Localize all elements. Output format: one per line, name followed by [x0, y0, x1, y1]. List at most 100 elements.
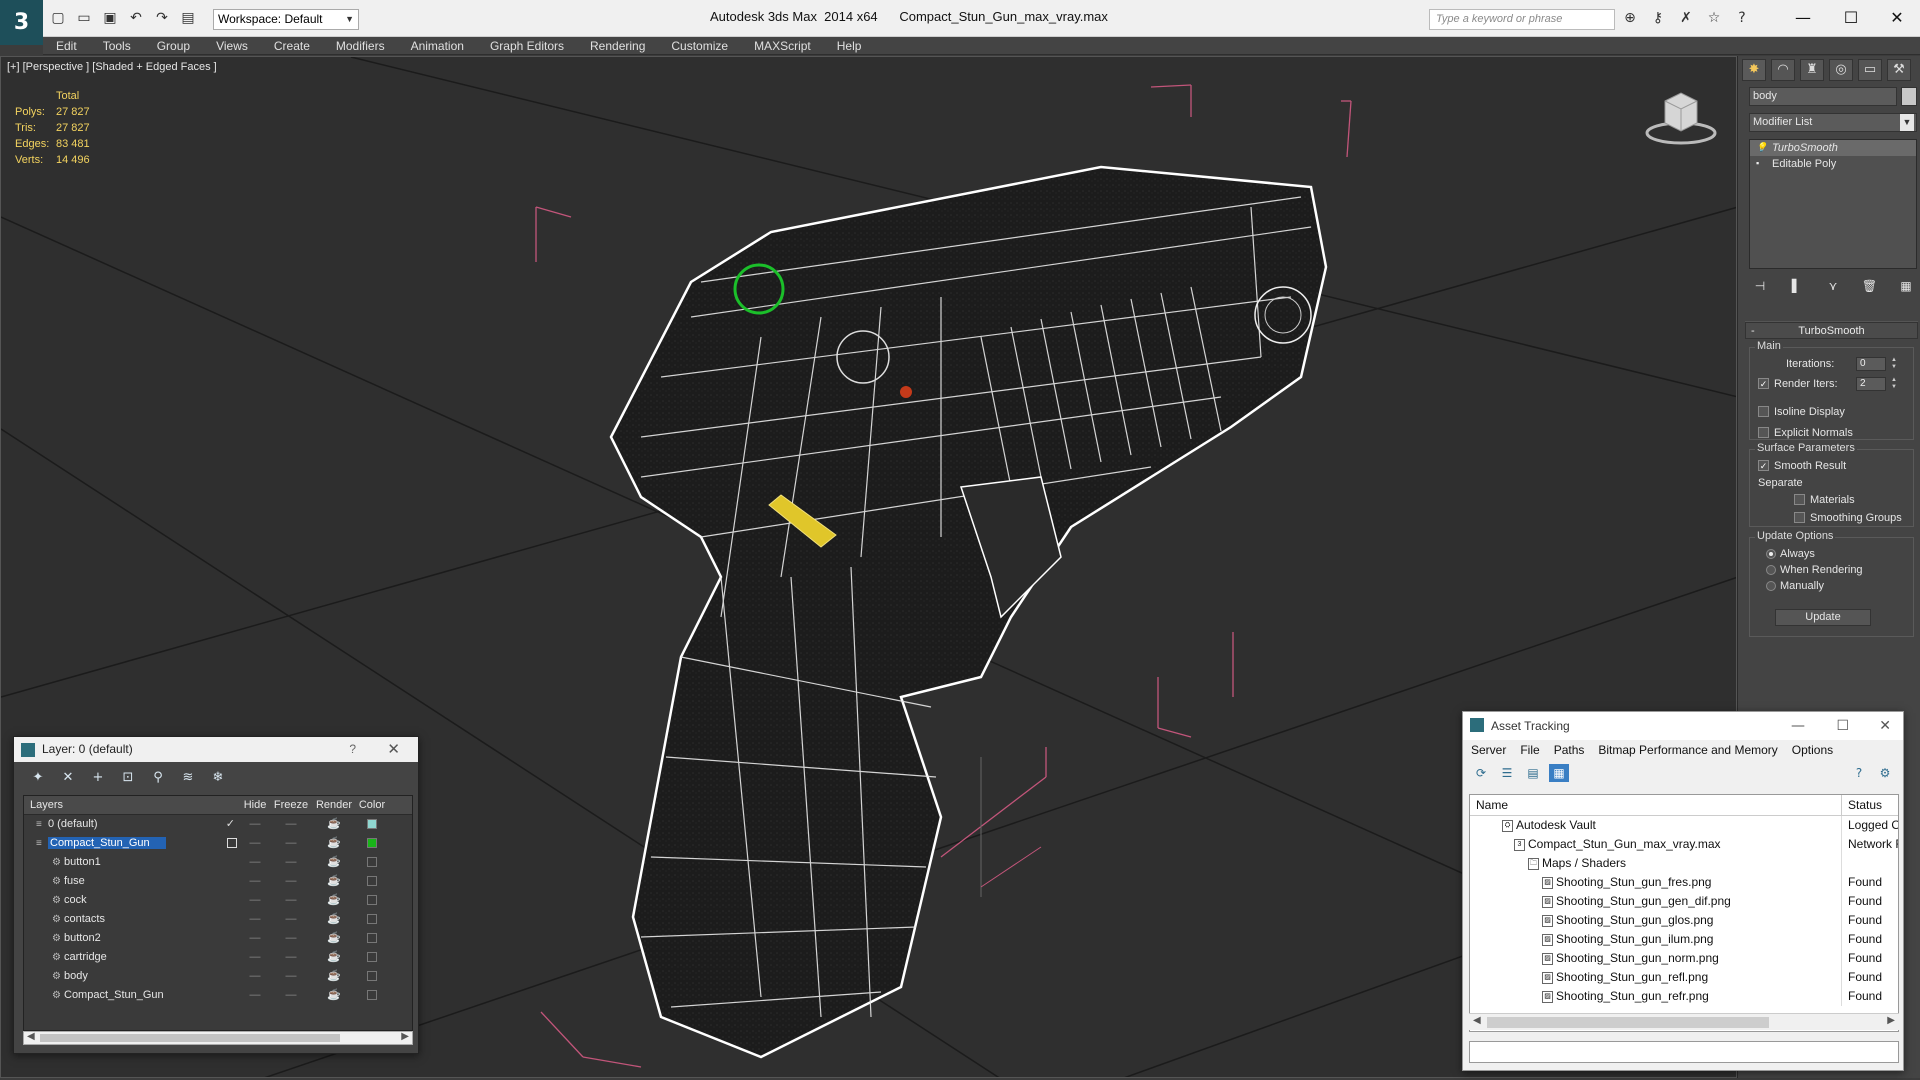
spinner-arrows-icon[interactable]: ▲ ▼: [1890, 357, 1898, 371]
asset-row[interactable]: ▨ Shooting_Stun_gun_fres.png Found: [1470, 873, 1898, 892]
layer-color-swatch[interactable]: [357, 891, 387, 910]
menu-help[interactable]: Help: [824, 37, 875, 55]
iterations-spinner[interactable]: 0: [1856, 357, 1886, 371]
display-tab-icon[interactable]: ▭: [1858, 59, 1882, 81]
star-icon[interactable]: ☆: [1704, 9, 1724, 27]
col-color[interactable]: Color: [357, 796, 387, 814]
render-teapot-icon[interactable]: ☕: [311, 948, 357, 967]
layer-row[interactable]: ⚙ fuse — — ☕: [24, 872, 412, 891]
render-teapot-icon[interactable]: ☕: [311, 986, 357, 1005]
menu-group[interactable]: Group: [144, 37, 203, 55]
col-render[interactable]: Render: [311, 796, 357, 814]
layer-row[interactable]: ⚙ cock — — ☕: [24, 891, 412, 910]
layer-row[interactable]: ⚙ body — — ☕: [24, 967, 412, 986]
delete-layer-icon[interactable]: ✕: [58, 769, 78, 787]
col-hide[interactable]: Hide: [239, 796, 271, 814]
asset-name-cell[interactable]: ▨ Shooting_Stun_gun_refl.png: [1470, 968, 1842, 987]
highlight-layer-icon[interactable]: ⚲: [148, 769, 168, 787]
minimize-button[interactable]: —: [1791, 712, 1805, 740]
close-button[interactable]: ✕: [1879, 712, 1891, 740]
layer-row[interactable]: ⚙ Compact_Stun_Gun — — ☕: [24, 986, 412, 1005]
active-layer-check-icon[interactable]: ✓: [226, 815, 235, 834]
dialog-title-bar[interactable]: Asset Tracking — ☐ ✕: [1463, 712, 1903, 740]
scroll-left-icon[interactable]: ◀: [1473, 1015, 1481, 1026]
asset-row[interactable]: 3 Compact_Stun_Gun_max_vray.max Network F: [1470, 835, 1898, 854]
layer-color-swatch[interactable]: [357, 986, 387, 1005]
scroll-right-icon[interactable]: ▶: [1887, 1015, 1895, 1026]
asset-row[interactable]: 🗀 Maps / Shaders: [1470, 854, 1898, 873]
maximize-button[interactable]: ☐: [1828, 5, 1874, 31]
asset-row[interactable]: ▨ Shooting_Stun_gun_gen_dif.png Found: [1470, 892, 1898, 911]
undo-icon[interactable]: ↶: [126, 9, 146, 27]
layer-color-swatch[interactable]: [357, 834, 387, 853]
freeze-toggle[interactable]: —: [271, 948, 311, 967]
asset-name-cell[interactable]: ▨ Shooting_Stun_gun_refr.png: [1470, 987, 1842, 1006]
asset-menu-bitmap-performance-and-memory[interactable]: Bitmap Performance and Memory: [1598, 740, 1791, 760]
hide-all-layers-icon[interactable]: ≋: [178, 769, 198, 787]
layer-color-swatch[interactable]: [357, 853, 387, 872]
modifier-list-dropdown[interactable]: Modifier List ▼: [1749, 113, 1917, 132]
menu-rendering[interactable]: Rendering: [577, 37, 658, 55]
hide-toggle[interactable]: —: [239, 891, 271, 910]
asset-menu-options[interactable]: Options: [1792, 740, 1847, 760]
pin-stack-icon[interactable]: ⊣: [1749, 276, 1771, 296]
asset-menu-file[interactable]: File: [1520, 740, 1553, 760]
asset-name-cell[interactable]: 3 Compact_Stun_Gun_max_vray.max: [1470, 835, 1842, 854]
hierarchy-tab-icon[interactable]: ♜: [1800, 59, 1824, 81]
asset-name-cell[interactable]: ⛭ Autodesk Vault: [1470, 816, 1842, 835]
render-iters-spinner[interactable]: 2: [1856, 377, 1886, 391]
maximize-button[interactable]: ☐: [1836, 712, 1849, 740]
scrollbar-thumb[interactable]: [1487, 1017, 1769, 1028]
col-freeze[interactable]: Freeze: [271, 796, 311, 814]
render-teapot-icon[interactable]: ☕: [311, 891, 357, 910]
render-teapot-icon[interactable]: ☕: [311, 815, 357, 834]
hide-toggle[interactable]: —: [239, 834, 271, 853]
help-icon[interactable]: ?: [1849, 764, 1869, 782]
open-file-icon[interactable]: ▭: [74, 9, 94, 27]
hide-toggle[interactable]: —: [239, 967, 271, 986]
asset-name-cell[interactable]: ▨ Shooting_Stun_gun_fres.png: [1470, 873, 1842, 892]
asset-row[interactable]: ▨ Shooting_Stun_gun_ilum.png Found: [1470, 930, 1898, 949]
asset-menu-server[interactable]: Server: [1471, 740, 1520, 760]
help-button[interactable]: ?: [349, 737, 356, 762]
menu-graph-editors[interactable]: Graph Editors: [477, 37, 577, 55]
col-name[interactable]: Name: [1470, 795, 1842, 815]
hide-toggle[interactable]: —: [239, 948, 271, 967]
freeze-toggle[interactable]: —: [271, 910, 311, 929]
close-button[interactable]: ✕: [1874, 5, 1920, 31]
asset-name-cell[interactable]: ▨ Shooting_Stun_gun_glos.png: [1470, 911, 1842, 930]
explicit-normals-checkbox[interactable]: [1758, 427, 1769, 438]
viewcube-icon[interactable]: [1645, 87, 1717, 147]
hide-toggle[interactable]: —: [239, 910, 271, 929]
asset-name-cell[interactable]: 🗀 Maps / Shaders: [1470, 854, 1842, 873]
create-layer-icon[interactable]: ✦: [28, 769, 48, 787]
freeze-all-layers-icon[interactable]: ❄: [208, 769, 228, 787]
freeze-toggle[interactable]: —: [271, 872, 311, 891]
show-end-result-icon[interactable]: ▌: [1786, 276, 1808, 296]
freeze-toggle[interactable]: —: [271, 853, 311, 872]
new-file-icon[interactable]: ▢: [48, 9, 68, 27]
app-logo-icon[interactable]: 3: [0, 0, 43, 45]
layer-name-cell[interactable]: ⚙ body: [24, 967, 239, 986]
grid-view-icon[interactable]: ▦: [1549, 764, 1569, 782]
menu-customize[interactable]: Customize: [658, 37, 741, 55]
table-view-icon[interactable]: ▤: [1523, 764, 1543, 782]
create-tab-icon[interactable]: ✸: [1742, 59, 1766, 81]
object-color-swatch[interactable]: [1901, 87, 1917, 106]
tools-icon[interactable]: ✗: [1676, 9, 1696, 27]
col-status[interactable]: Status: [1842, 795, 1882, 815]
menu-tools[interactable]: Tools: [90, 37, 144, 55]
asset-name-cell[interactable]: ▨ Shooting_Stun_gun_norm.png: [1470, 949, 1842, 968]
add-to-layer-icon[interactable]: +: [88, 769, 108, 787]
render-teapot-icon[interactable]: ☕: [311, 853, 357, 872]
menu-create[interactable]: Create: [261, 37, 323, 55]
motion-tab-icon[interactable]: ◎: [1829, 59, 1853, 81]
rollout-header[interactable]: - TurboSmooth: [1745, 322, 1918, 339]
layer-row[interactable]: ⚙ button2— — ☕: [24, 929, 412, 948]
horizontal-scrollbar[interactable]: ◀ ▶: [1469, 1013, 1899, 1030]
stack-item-editable-poly[interactable]: ▪ Editable Poly: [1750, 156, 1916, 172]
menu-animation[interactable]: Animation: [398, 37, 477, 55]
layer-name-cell[interactable]: ≡ Compact_Stun_Gun: [24, 834, 239, 853]
minimize-button[interactable]: —: [1780, 5, 1826, 31]
asset-name-cell[interactable]: ▨ Shooting_Stun_gun_gen_dif.png: [1470, 892, 1842, 911]
